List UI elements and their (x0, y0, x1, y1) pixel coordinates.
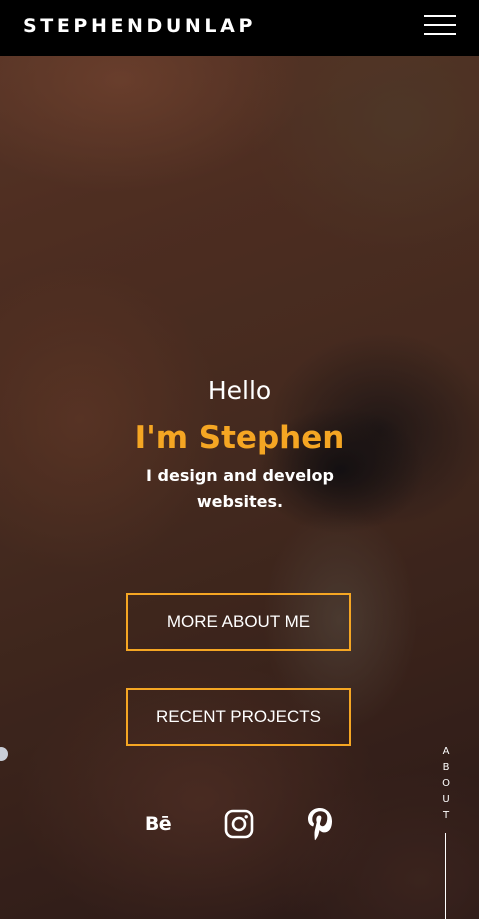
pinterest-glyph (308, 808, 332, 841)
page: STEPHENDUNLAP Hello I'm Stephen I design… (0, 0, 479, 919)
side-nav-letter: U (442, 794, 450, 805)
side-nav-about[interactable]: A B O U T (436, 744, 456, 824)
behance-glyph: Bē (144, 813, 172, 835)
hero-greeting: Hello (207, 376, 272, 405)
hamburger-menu-icon[interactable] (424, 14, 456, 38)
behance-icon[interactable]: Bē (140, 806, 176, 842)
site-logo[interactable]: STEPHENDUNLAP (23, 13, 256, 39)
recent-projects-button[interactable]: RECENT PROJECTS (126, 688, 351, 746)
side-nav-line (445, 833, 446, 919)
side-nav-letter: B (442, 762, 450, 773)
menu-bar-top (424, 15, 456, 17)
hero-name: I'm Stephen (134, 420, 345, 456)
side-nav-letter: A (442, 746, 450, 757)
side-nav-letter: O (442, 778, 450, 789)
hero-tagline: I design and develop websites. (146, 466, 334, 511)
pinterest-icon[interactable] (303, 806, 337, 842)
site-header: STEPHENDUNLAP (0, 0, 479, 56)
side-nav-letter: T (442, 810, 450, 821)
instagram-icon[interactable] (222, 806, 256, 842)
hero-overlay (0, 0, 479, 919)
more-about-me-button[interactable]: MORE ABOUT ME (126, 593, 351, 651)
menu-bar-bottom (424, 33, 456, 35)
menu-bar-middle (424, 24, 456, 26)
instagram-glyph (224, 809, 254, 839)
